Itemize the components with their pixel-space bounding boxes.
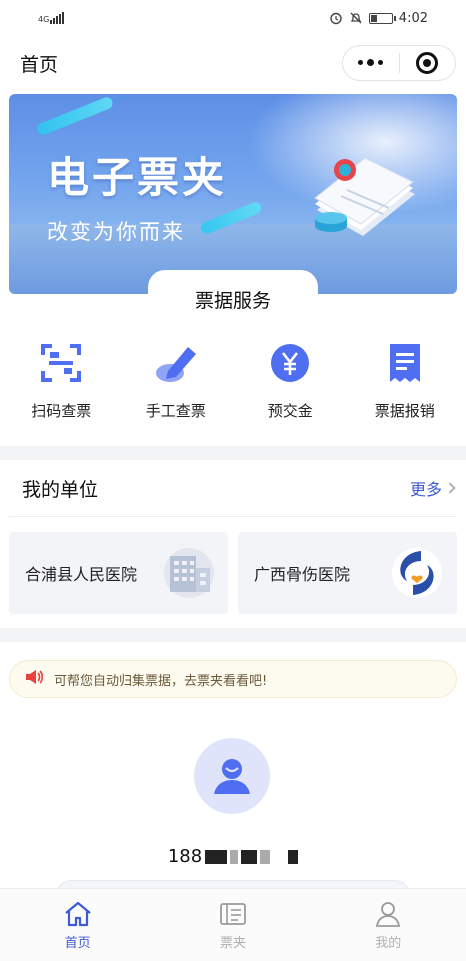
signal-bars-icon <box>50 12 64 24</box>
status-bar: 4G 4:02 <box>0 0 466 36</box>
receipt-icon <box>382 340 428 386</box>
user-avatar-icon <box>214 759 250 794</box>
unit-name: 广西骨伤医院 <box>254 565 351 584</box>
target-close-icon <box>416 52 439 74</box>
tab-mine[interactable]: 我的 <box>328 900 448 951</box>
tab-home[interactable]: 首页 <box>18 900 138 951</box>
service-grid: 扫码查票 手工查票 预交金 票据报销 <box>0 340 466 421</box>
units-divider <box>9 516 457 517</box>
notice-bar[interactable]: 可帮您自动归集票据，去票夹看看吧! <box>9 660 457 698</box>
certificate-illustration-icon <box>314 157 415 236</box>
section-gap <box>0 446 466 460</box>
masked-digits <box>205 849 228 864</box>
mini-program-capsule <box>342 45 456 81</box>
service-label: 票据报销 <box>374 402 435 420</box>
hospital-logo-icon <box>391 547 443 599</box>
service-scan-query[interactable]: 扫码查票 <box>6 340 116 421</box>
mute-bell-icon <box>349 11 363 25</box>
pencil-edit-icon <box>153 340 199 386</box>
masked-digits <box>288 849 299 864</box>
close-button[interactable] <box>400 46 456 80</box>
tab-label: 首页 <box>64 935 91 951</box>
chevron-right-icon <box>444 482 456 494</box>
service-reimbursement[interactable]: 票据报销 <box>350 340 460 421</box>
service-manual-query[interactable]: 手工查票 <box>121 340 231 421</box>
scan-code-icon <box>38 340 84 386</box>
tab-label: 票夹 <box>219 935 246 951</box>
unit-card-guangxi-orthopedic[interactable]: 广西骨伤医院 <box>238 532 457 614</box>
person-icon <box>376 901 401 927</box>
banner-subtitle: 改变为你而来 <box>47 220 185 244</box>
units-list: 合浦县人民医院 广西骨伤医院 <box>9 532 457 614</box>
service-label: 扫码查票 <box>31 402 92 420</box>
banner-title: 电子票夹 <box>47 153 228 202</box>
masked-digits <box>260 849 271 864</box>
hospital-building-icon <box>164 546 214 600</box>
more-button[interactable] <box>343 46 399 80</box>
battery-icon <box>368 12 396 24</box>
tab-label: 我的 <box>375 935 402 951</box>
units-more-link[interactable]: 更多 <box>409 476 456 500</box>
section-gap <box>0 628 466 642</box>
avatar[interactable] <box>194 738 270 814</box>
service-label: 手工查票 <box>145 402 206 420</box>
yen-coin-icon <box>267 340 313 386</box>
phone-number: 188 <box>0 846 466 867</box>
more-label: 更多 <box>409 480 442 499</box>
unit-card-hepu[interactable]: 合浦县人民医院 <box>9 532 228 614</box>
speaker-icon <box>24 668 44 690</box>
masked-digits <box>241 849 258 864</box>
notice-text: 可帮您自动归集票据，去票夹看看吧! <box>54 673 268 689</box>
home-icon <box>64 901 91 926</box>
status-time: 4:02 <box>398 10 428 26</box>
nav-bar: 首页 <box>0 40 466 86</box>
phone-prefix: 188 <box>167 846 203 867</box>
units-title: 我的单位 <box>22 478 99 501</box>
promo-banner[interactable]: 电子票夹 改变为你而来 <box>9 94 457 294</box>
more-dots-icon <box>358 59 384 66</box>
alarm-clock-icon <box>329 11 343 25</box>
units-header: 我的单位 更多 <box>0 462 466 514</box>
network-type: 4G <box>38 15 50 24</box>
banner-stroke-decoration <box>35 95 115 137</box>
masked-digits <box>230 849 239 864</box>
service-label: 预交金 <box>267 402 313 420</box>
signal-indicator: 4G <box>38 12 64 24</box>
ticket-folder-icon <box>220 902 246 925</box>
unit-name: 合浦县人民医院 <box>25 565 138 584</box>
service-prepayment[interactable]: 预交金 <box>235 340 345 421</box>
tab-bar: 首页 票夹 我的 <box>0 888 466 961</box>
services-title: 票据服务 <box>194 290 271 312</box>
tab-ticket-folder[interactable]: 票夹 <box>173 900 293 951</box>
page-title: 首页 <box>20 53 59 76</box>
